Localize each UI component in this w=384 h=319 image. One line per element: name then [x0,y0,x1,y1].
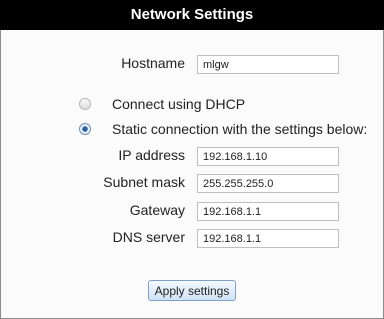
panel-title: Network Settings [0,0,384,30]
hostname-label: Hostname [121,55,185,71]
hostname-input[interactable] [197,55,339,74]
dns-server-label: DNS server [112,229,185,245]
ip-address-input[interactable] [197,147,339,166]
gateway-label: Gateway [129,202,185,218]
ip-address-label: IP address [118,147,185,163]
subnet-mask-input[interactable] [197,174,339,193]
gateway-input[interactable] [197,202,339,221]
dhcp-radio[interactable] [79,98,91,110]
subnet-mask-label: Subnet mask [103,174,185,190]
static-radio[interactable] [79,123,91,135]
static-radio-label[interactable]: Static connection with the settings belo… [112,120,367,138]
dns-server-input[interactable] [197,229,339,248]
apply-settings-button[interactable]: Apply settings [148,280,236,301]
dhcp-radio-label[interactable]: Connect using DHCP [112,95,245,113]
